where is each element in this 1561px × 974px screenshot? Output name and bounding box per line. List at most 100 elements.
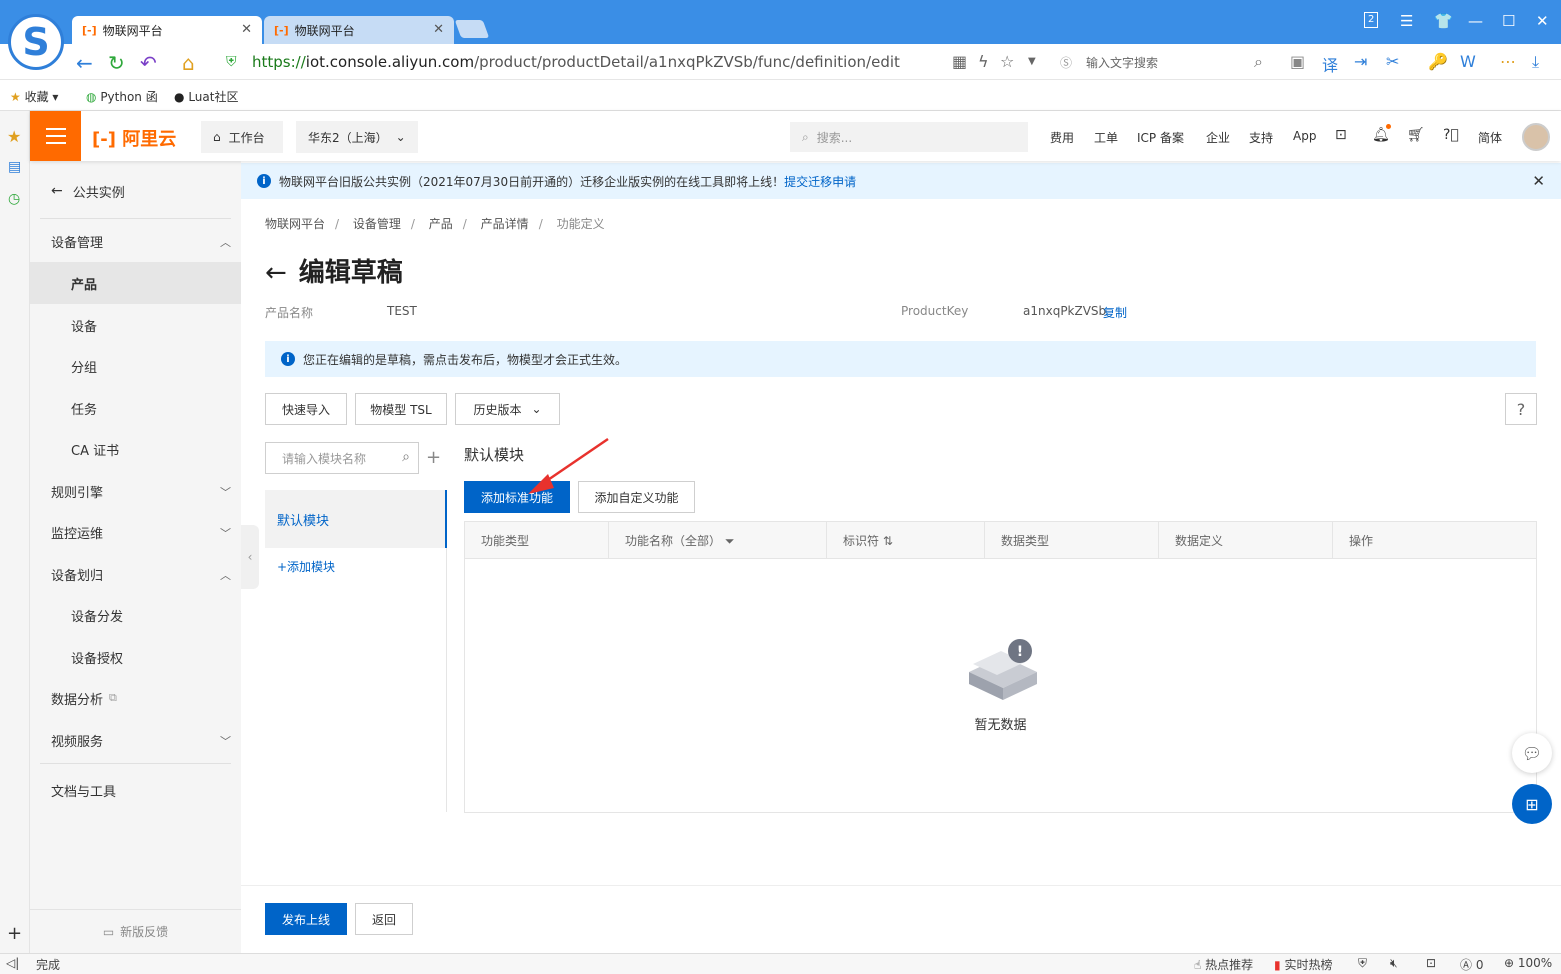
- add-module-link[interactable]: +添加模块: [277, 558, 335, 575]
- migration-link[interactable]: 提交迁移申请: [784, 173, 856, 190]
- module-item-default[interactable]: 默认模块: [265, 490, 447, 548]
- menu-icon[interactable]: ☰: [1400, 12, 1413, 30]
- breadcrumb-item[interactable]: 产品详情: [481, 217, 529, 231]
- filter-icon[interactable]: ⏷: [725, 534, 735, 548]
- browser-search-input[interactable]: 输入文字搜索: [1086, 54, 1158, 71]
- sidebar-item-group[interactable]: 分组: [30, 345, 241, 387]
- login-icon[interactable]: ⇥: [1354, 52, 1367, 71]
- refresh-icon[interactable]: ↻: [108, 51, 125, 75]
- favorites-icon[interactable]: ★: [7, 127, 21, 146]
- extension-icon[interactable]: ▣: [1290, 52, 1305, 71]
- chat-bubble-icon[interactable]: 💬︎: [1512, 733, 1552, 773]
- avatar[interactable]: [1522, 123, 1550, 151]
- region-selector[interactable]: 华东2（上海） ⌄: [296, 121, 418, 153]
- breadcrumb-item[interactable]: 产品: [429, 217, 453, 231]
- browser-tab-active[interactable]: [-] 物联网平台 ✕: [72, 16, 262, 44]
- more-icon[interactable]: ⋯: [1500, 52, 1516, 71]
- new-tab-button[interactable]: [454, 20, 490, 38]
- star-icon[interactable]: ☆: [1000, 52, 1014, 71]
- add-icon[interactable]: +: [7, 923, 22, 944]
- feedback-button[interactable]: ▭ 新版反馈: [30, 909, 241, 953]
- minimize-icon[interactable]: —: [1468, 12, 1483, 30]
- undo-icon[interactable]: ↶: [140, 51, 157, 75]
- console-search-input[interactable]: ⌕ 搜索...: [790, 122, 1028, 152]
- word-icon[interactable]: W: [1460, 52, 1476, 71]
- close-icon[interactable]: ✕: [1532, 172, 1545, 190]
- link-icp[interactable]: ICP 备案: [1137, 129, 1184, 146]
- language-switch[interactable]: 简体: [1478, 129, 1502, 146]
- close-icon[interactable]: ✕: [241, 22, 252, 37]
- workbench-button[interactable]: ⌂ 工作台: [201, 121, 283, 153]
- mute-icon[interactable]: 🔇︎: [1390, 956, 1398, 971]
- link-billing[interactable]: 费用: [1050, 129, 1074, 146]
- bookmark-favorites[interactable]: ★ 收藏 ▾: [10, 88, 58, 105]
- bookmark-python[interactable]: ◍ Python 函: [86, 88, 158, 105]
- translate-icon[interactable]: 译: [1322, 52, 1338, 76]
- lock-icon[interactable]: ⊡: [1426, 956, 1436, 970]
- col-identifier[interactable]: 标识符 ⇅: [826, 521, 985, 559]
- return-button[interactable]: 返回: [355, 903, 413, 935]
- aliyun-logo[interactable]: [-] 阿里云: [92, 125, 176, 151]
- shield-icon[interactable]: ⛨: [1358, 956, 1367, 971]
- home-icon[interactable]: ⌂: [182, 51, 195, 75]
- chevron-down-icon[interactable]: ▼: [1028, 56, 1036, 67]
- cart-icon[interactable]: 🛒︎: [1407, 127, 1425, 143]
- sidebar-back[interactable]: ← 公共实例: [30, 170, 241, 212]
- sidebar-item-analytics[interactable]: 数据分析 ⧉: [30, 677, 241, 719]
- realtime-hotlist[interactable]: ▮ 实时热榜: [1274, 956, 1332, 973]
- sidebar-item-distribute[interactable]: 设备分发: [30, 594, 241, 636]
- scissors-icon[interactable]: ✂: [1386, 52, 1399, 71]
- hamburger-menu-icon[interactable]: [30, 111, 81, 161]
- reader-icon[interactable]: ▤: [8, 159, 21, 175]
- terminal-icon[interactable]: ⊡: [1335, 127, 1347, 143]
- history-version-dropdown[interactable]: 历史版本 ⌄: [455, 393, 560, 425]
- sidebar-item-product[interactable]: 产品: [30, 262, 241, 304]
- zoom-level[interactable]: ⊕ 100%: [1504, 956, 1552, 970]
- bookmark-luat[interactable]: ● Luat社区: [174, 88, 238, 105]
- sidebar-group-video[interactable]: 视频服务 ﹀: [30, 719, 241, 761]
- help-button[interactable]: ?: [1505, 393, 1537, 425]
- panel-toggle-icon[interactable]: ◁|: [6, 956, 19, 970]
- hot-recommend[interactable]: ☝ 热点推荐: [1194, 956, 1253, 973]
- history-icon[interactable]: ◷: [8, 191, 20, 207]
- sidebar-item-docs[interactable]: 文档与工具: [30, 769, 241, 811]
- download-icon[interactable]: ⤓: [1532, 52, 1539, 72]
- breadcrumb-item[interactable]: 物联网平台: [265, 217, 325, 231]
- back-arrow-icon[interactable]: ←: [76, 51, 93, 75]
- key-icon[interactable]: 🔑: [1428, 52, 1448, 71]
- sort-icon[interactable]: ⇅: [883, 534, 893, 548]
- secure-shield-icon[interactable]: ⛨: [226, 54, 237, 70]
- link-app[interactable]: App: [1293, 129, 1316, 143]
- quick-import-button[interactable]: 快速导入: [265, 393, 347, 425]
- link-support[interactable]: 支持: [1249, 129, 1273, 146]
- sidebar-item-ca[interactable]: CA 证书: [30, 428, 241, 470]
- maximize-icon[interactable]: ☐: [1502, 12, 1515, 30]
- skin-icon[interactable]: 👕: [1434, 12, 1453, 30]
- sidebar-group-device-mgmt[interactable]: 设备管理 ︿: [30, 220, 241, 262]
- apps-icon[interactable]: ⊞: [1512, 784, 1552, 824]
- url-field[interactable]: https://iot.console.aliyun.com/product/p…: [252, 53, 900, 71]
- tab-count-badge[interactable]: 2: [1364, 12, 1379, 28]
- link-enterprise[interactable]: 企业: [1206, 129, 1230, 146]
- search-engine-icon[interactable]: Ⓢ: [1060, 54, 1072, 71]
- back-arrow-icon[interactable]: ←: [265, 258, 287, 288]
- sidebar-item-authorize[interactable]: 设备授权: [30, 636, 241, 678]
- bell-icon[interactable]: 🔔︎: [1372, 127, 1390, 143]
- ad-block-counter[interactable]: Ⓐ 0: [1460, 956, 1483, 973]
- sidebar-item-task[interactable]: 任务: [30, 387, 241, 429]
- sidebar-item-device[interactable]: 设备: [30, 304, 241, 346]
- qr-icon[interactable]: ▦: [952, 52, 967, 71]
- tsl-button[interactable]: 物模型 TSL: [355, 393, 447, 425]
- sidebar-group-assign[interactable]: 设备划归 ︿: [30, 553, 241, 595]
- sidebar-group-rules[interactable]: 规则引擎 ﹀: [30, 470, 241, 512]
- module-search-input[interactable]: 请输入模块名称 ⌕: [265, 442, 419, 474]
- help-icon[interactable]: ?⃝: [1443, 127, 1459, 143]
- copy-link[interactable]: 复制: [1103, 304, 1127, 321]
- close-icon[interactable]: ✕: [433, 22, 444, 37]
- browser-tab-inactive[interactable]: [-] 物联网平台 ✕: [264, 16, 454, 44]
- col-function-name[interactable]: 功能名称（全部） ⏷: [608, 521, 827, 559]
- sidebar-group-monitor[interactable]: 监控运维 ﹀: [30, 511, 241, 553]
- sidebar-collapse-handle[interactable]: ‹: [241, 525, 259, 589]
- breadcrumb-item[interactable]: 设备管理: [353, 217, 401, 231]
- lightning-icon[interactable]: ϟ: [978, 52, 989, 71]
